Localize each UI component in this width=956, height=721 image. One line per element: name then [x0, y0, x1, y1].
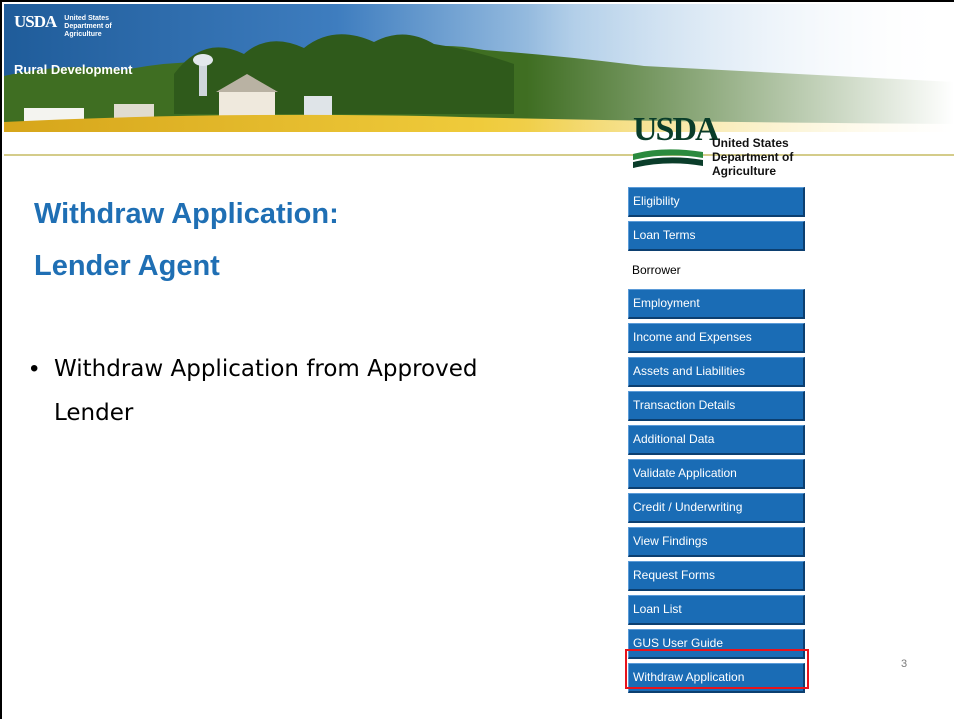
nav-transaction-details-button[interactable]: Transaction Details	[628, 391, 805, 421]
nav-eligibility-button[interactable]: Eligibility	[628, 187, 805, 217]
nav-loan-terms-button[interactable]: Loan Terms	[628, 221, 805, 251]
gus-dept-line: Agriculture	[712, 164, 777, 178]
slide: USDA United States Department of Agricul…	[0, 0, 954, 719]
slide-title-line: Withdraw Application:	[34, 198, 339, 230]
bullet-icon: •	[30, 355, 39, 382]
banner-usda-text: USDA	[14, 12, 57, 31]
slide-title: Withdraw Application: Lender Agent	[34, 188, 554, 292]
nav-credit-underwriting-button[interactable]: Credit / Underwriting	[628, 493, 805, 523]
slide-title-line: Lender Agent	[34, 250, 220, 282]
banner-dept-line: Agriculture	[64, 31, 102, 38]
rural-landscape-image	[4, 4, 954, 132]
nav-additional-data-button[interactable]: Additional Data	[628, 425, 805, 455]
usda-logo-icon: USDA	[633, 111, 720, 179]
usda-banner-logo: USDA United States Department of Agricul…	[14, 13, 112, 39]
nav-loan-list-button[interactable]: Loan List	[628, 595, 805, 625]
nav-view-findings-button[interactable]: View Findings	[628, 527, 805, 557]
page-number: 3	[901, 658, 908, 670]
nav-income-expenses-button[interactable]: Income and Expenses	[628, 323, 805, 353]
header-banner: USDA United States Department of Agricul…	[4, 4, 954, 132]
nav-assets-liabilities-button[interactable]: Assets and Liabilities	[628, 357, 805, 387]
banner-dept-line: United States	[64, 15, 110, 22]
agency-name: Rural Development	[14, 62, 133, 77]
gus-dept-line: United States	[712, 136, 789, 150]
bullet-text: Withdraw Application from Approved Lende…	[54, 356, 478, 426]
gus-nav-menu: Eligibility Loan Terms Borrower Employme…	[628, 187, 808, 693]
nav-employment-button[interactable]: Employment	[628, 289, 805, 319]
nav-borrower-label: Borrower	[632, 263, 681, 277]
gus-usda-logo: USDA United States Department of Agricul…	[628, 110, 808, 187]
gus-usda-text: USDA	[633, 111, 720, 148]
banner-dept-line: Department of	[64, 23, 112, 30]
banner-department-text: United States Department of Agriculture	[64, 13, 111, 39]
gus-navigation-panel: USDA United States Department of Agricul…	[628, 110, 808, 697]
bullet-item: • Withdraw Application from Approved Len…	[30, 347, 484, 435]
withdraw-application-highlight	[625, 649, 809, 689]
header-divider	[4, 154, 954, 156]
nav-validate-application-button[interactable]: Validate Application	[628, 459, 805, 489]
gus-dept-line: Department of	[712, 150, 794, 164]
usda-swoosh-icon	[633, 149, 703, 168]
gus-department-text: United States Department of Agriculture	[712, 136, 793, 178]
nav-request-forms-button[interactable]: Request Forms	[628, 561, 805, 591]
